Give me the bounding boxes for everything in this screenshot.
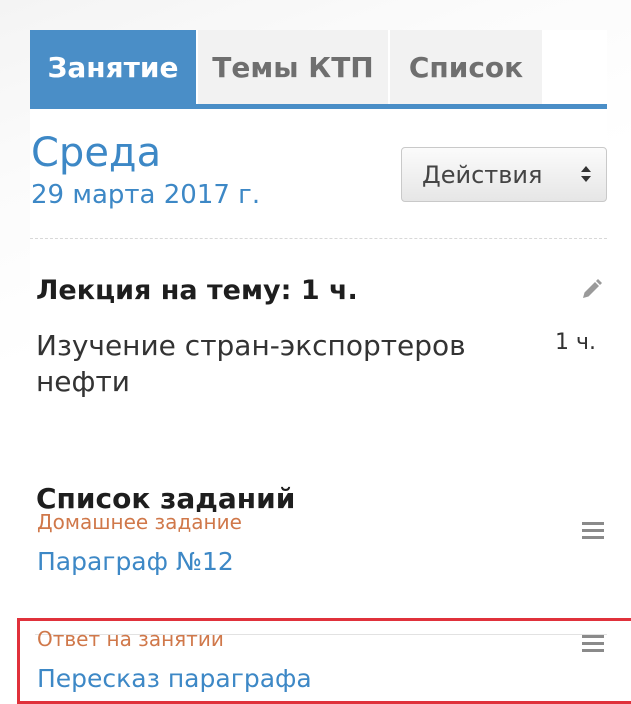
tab-list[interactable]: Список — [390, 30, 542, 104]
task-link[interactable]: Параграф №12 — [37, 549, 234, 574]
actions-label: Действия — [422, 160, 543, 189]
header-divider — [30, 238, 607, 239]
tab-lesson[interactable]: Занятие — [30, 30, 196, 104]
lecture-hours: 1 ч. — [555, 330, 596, 355]
task-type-label: Домашнее задание — [37, 510, 242, 534]
day-of-week: Среда — [31, 130, 162, 176]
task-type-label: Ответ на занятии — [37, 627, 224, 651]
page: Занятие Темы КТП Список Среда 29 марта 2… — [0, 0, 631, 704]
tab-bar: Занятие Темы КТП Список — [30, 30, 607, 109]
lesson-panel: Занятие Темы КТП Список Среда 29 марта 2… — [30, 30, 607, 704]
hamburger-icon[interactable] — [582, 522, 604, 540]
pencil-icon[interactable] — [579, 278, 603, 302]
hamburger-icon[interactable] — [582, 635, 604, 653]
lecture-topic: Изучение стран-экспортеров нефти — [36, 329, 466, 398]
tab-topics[interactable]: Темы КТП — [198, 30, 388, 104]
actions-dropdown[interactable]: Действия — [401, 147, 607, 202]
lecture-heading: Лекция на тему: 1 ч. — [36, 275, 358, 306]
tasks-heading: Список заданий — [36, 482, 296, 515]
task-link[interactable]: Пересказ параграфа — [37, 666, 312, 691]
lesson-date: 29 марта 2017 г. — [31, 180, 261, 210]
sort-caret-icon — [581, 166, 591, 182]
